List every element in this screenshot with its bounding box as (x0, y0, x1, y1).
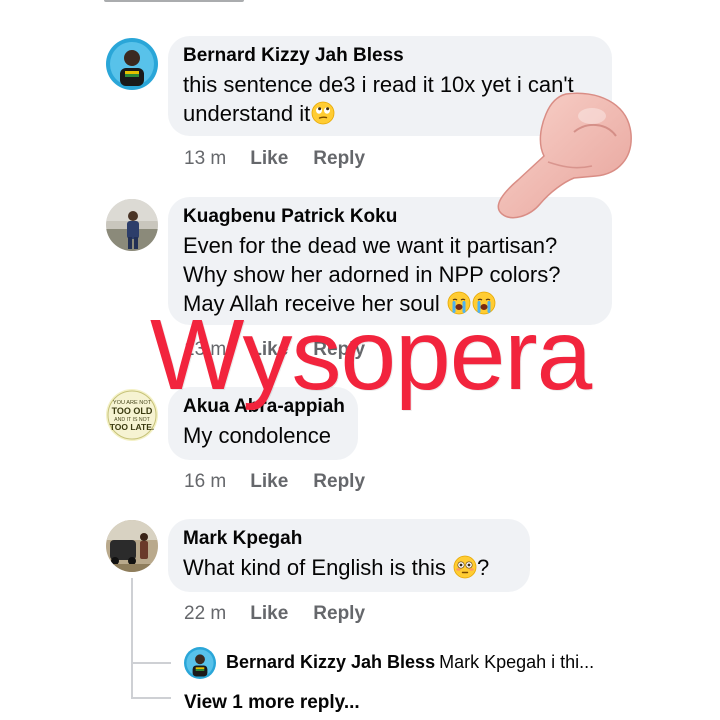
reply-button[interactable]: Reply (313, 470, 365, 494)
like-button[interactable]: Like (250, 602, 288, 626)
comment-timestamp[interactable]: 16 m (184, 470, 226, 494)
reply-button[interactable]: Reply (313, 602, 365, 626)
comment-actions: 16 m Like Reply (184, 470, 365, 494)
reply-button[interactable]: Reply (313, 147, 365, 171)
view-more-replies-link[interactable]: View 1 more reply... (184, 691, 360, 715)
comment-bubble: Mark Kpegah What kind of English is this… (168, 519, 530, 592)
avatar[interactable] (106, 199, 158, 251)
comment-timestamp[interactable]: 13 m (184, 147, 226, 171)
comment-actions: 22 m Like Reply (184, 602, 365, 626)
like-button[interactable]: Like (250, 470, 288, 494)
comment-text: What kind of English is this (183, 555, 446, 580)
avatar-text: TOO OLD (112, 406, 153, 416)
comment-text-line: Even for the dead we want it partisan? (183, 233, 558, 258)
flushed-face-emoji (453, 555, 477, 579)
comment-trailing-text: ? (477, 555, 490, 580)
comment-actions: 13 m Like Reply (184, 147, 365, 171)
avatar[interactable] (106, 38, 158, 90)
face-with-rolling-eyes-emoji (311, 101, 335, 125)
comment-text: My condolence (183, 423, 331, 448)
comment-author[interactable]: Mark Kpegah (183, 528, 514, 550)
reply-preview[interactable]: Bernard Kizzy Jah Bless Mark Kpegah i thi… (226, 648, 594, 676)
comment-text: understand it (183, 101, 311, 126)
watermark-text: Wysopera (150, 299, 592, 411)
comment-timestamp[interactable]: 22 m (184, 602, 226, 626)
comment-text-line: What kind of English is this ? (183, 553, 514, 582)
thread-line-vertical (131, 578, 133, 698)
pointing-hand-icon (488, 92, 633, 222)
avatar[interactable] (106, 520, 158, 572)
comment-text-line: Why show her adorned in NPP colors? (183, 262, 561, 287)
like-button[interactable]: Like (250, 147, 288, 171)
thread-line-branch (131, 662, 171, 664)
comments-screen: Bernard Kizzy Jah Bless this sentence de… (0, 0, 720, 720)
reply-text: Mark Kpegah i thi... (439, 652, 595, 672)
previous-comment-fragment (104, 0, 244, 4)
avatar-text: TOO LATE. (110, 422, 155, 432)
avatar[interactable] (184, 647, 216, 679)
comment-author[interactable]: Bernard Kizzy Jah Bless (183, 45, 596, 67)
thread-line-branch (131, 697, 171, 699)
reply-author[interactable]: Bernard Kizzy Jah Bless (226, 652, 435, 672)
